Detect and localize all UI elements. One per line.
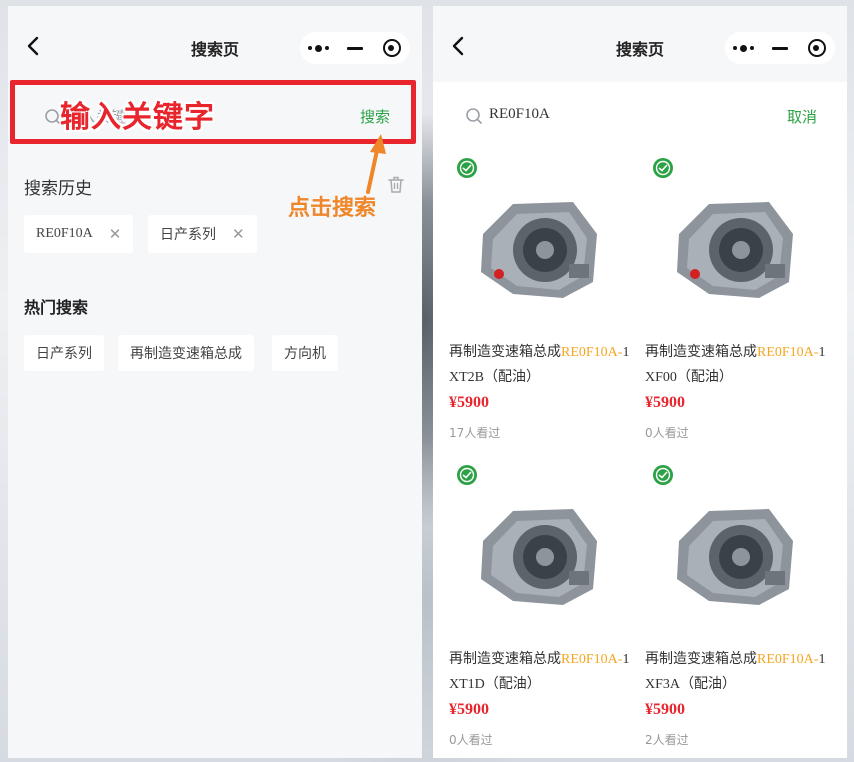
product-price: ¥5900 bbox=[645, 394, 685, 411]
product-price: ¥5900 bbox=[645, 701, 685, 718]
close-x-icon[interactable]: ✕ bbox=[109, 225, 122, 243]
more-button[interactable] bbox=[725, 32, 762, 64]
product-name-suffix: （配油） bbox=[484, 676, 541, 692]
left-screen: 搜索页 输入关键字 搜索 输入关键字 点击搜索 搜索历史 RE0F10A ✕ 日… bbox=[8, 6, 422, 758]
product-name-prefix: 再制造变速箱总成 bbox=[645, 344, 757, 360]
close-target-icon bbox=[382, 39, 401, 57]
certified-badge-icon bbox=[457, 158, 477, 178]
close-x-icon[interactable]: ✕ bbox=[232, 225, 245, 243]
product-price: ¥5900 bbox=[449, 701, 489, 718]
transmission-image bbox=[481, 509, 597, 605]
capsule-menu bbox=[725, 32, 835, 64]
product-name-suffix: （配油） bbox=[484, 369, 540, 385]
product-name-keyword: RE0F10A- bbox=[757, 652, 819, 667]
hot-search-chip[interactable]: 再制造变速箱总成 bbox=[118, 335, 254, 371]
minimize-icon bbox=[772, 46, 788, 50]
product-price: ¥5900 bbox=[449, 394, 489, 411]
product-name-keyword: RE0F10A- bbox=[561, 345, 623, 360]
close-mini-program-button[interactable] bbox=[373, 32, 410, 64]
minimize-button[interactable] bbox=[337, 32, 374, 64]
history-chip-label: 日产系列 bbox=[160, 227, 216, 243]
product-name-prefix: 再制造变速箱总成 bbox=[449, 344, 561, 360]
close-mini-program-button[interactable] bbox=[798, 32, 835, 64]
hot-search-chip[interactable]: 方向机 bbox=[272, 335, 338, 371]
product-name-keyword: RE0F10A- bbox=[757, 345, 819, 360]
hot-search-title: 热门搜索 bbox=[24, 298, 89, 317]
nav-bar: 搜索页 bbox=[8, 6, 422, 86]
view-count: 0人看过 bbox=[645, 426, 689, 440]
view-count: 17人看过 bbox=[449, 426, 501, 440]
history-chip[interactable]: 日产系列 ✕ bbox=[148, 215, 257, 253]
product-name: 再制造变速箱总成RE0F10A-1XT2B（配油） bbox=[449, 340, 635, 390]
search-input[interactable]: 输入关键字 bbox=[66, 106, 141, 127]
history-chip-label: RE0F10A bbox=[36, 226, 93, 241]
product-name-prefix: 再制造变速箱总成 bbox=[449, 651, 561, 667]
transmission-image bbox=[677, 202, 793, 298]
product-name-prefix: 再制造变速箱总成 bbox=[645, 651, 757, 667]
certified-badge-icon bbox=[457, 465, 477, 485]
product-name-suffix: （配油） bbox=[680, 676, 737, 692]
transmission-image bbox=[481, 202, 597, 298]
history-chip[interactable]: RE0F10A ✕ bbox=[24, 215, 134, 253]
product-name: 再制造变速箱总成RE0F10A-1XF00（配油） bbox=[645, 340, 831, 390]
cancel-button[interactable]: 取消 bbox=[787, 106, 817, 127]
search-icon bbox=[466, 108, 482, 124]
product-name-keyword: RE0F10A- bbox=[561, 652, 623, 667]
search-button[interactable]: 搜索 bbox=[360, 106, 390, 127]
product-name: 再制造变速箱总成RE0F10A-1XF3A（配油） bbox=[645, 647, 831, 697]
search-bar: 输入关键字 搜索 bbox=[22, 90, 408, 142]
transmission-image bbox=[677, 509, 793, 605]
search-input[interactable]: RE0F10A bbox=[489, 106, 550, 123]
certified-badge-icon bbox=[653, 158, 673, 178]
minimize-icon bbox=[347, 46, 363, 50]
history-title: 搜索历史 bbox=[24, 179, 92, 199]
annotation-click-label: 点击搜索 bbox=[288, 196, 377, 221]
hot-search-chip[interactable]: 日产系列 bbox=[24, 335, 104, 371]
search-icon bbox=[45, 109, 61, 125]
product-name: 再制造变速箱总成RE0F10A-1XT1D（配油） bbox=[449, 647, 635, 697]
view-count: 2人看过 bbox=[645, 733, 689, 747]
product-card[interactable]: 再制造变速箱总成RE0F10A-1XT2B（配油） ¥5900 17人看过 bbox=[433, 152, 629, 458]
nav-bar: 搜索页 bbox=[433, 6, 847, 82]
certified-badge-icon bbox=[653, 465, 673, 485]
right-screen: 搜索页 RE0F10A 取消 再制造变速箱总成RE0F10A-1XT2B（配油）… bbox=[433, 6, 847, 758]
capsule-menu bbox=[300, 32, 410, 64]
search-bar: RE0F10A 取消 bbox=[433, 86, 847, 146]
product-card[interactable]: 再制造变速箱总成RE0F10A-1XF3A（配油） ¥5900 2人看过 bbox=[629, 459, 825, 758]
close-target-icon bbox=[807, 39, 826, 57]
product-card[interactable]: 再制造变速箱总成RE0F10A-1XF00（配油） ¥5900 0人看过 bbox=[629, 152, 825, 458]
more-dots-icon bbox=[732, 44, 754, 52]
product-card[interactable]: 再制造变速箱总成RE0F10A-1XT1D（配油） ¥5900 0人看过 bbox=[433, 459, 629, 758]
trash-icon[interactable] bbox=[386, 174, 406, 194]
minimize-button[interactable] bbox=[762, 32, 799, 64]
product-name-suffix: （配油） bbox=[676, 369, 733, 385]
more-button[interactable] bbox=[300, 32, 337, 64]
more-dots-icon bbox=[307, 44, 329, 52]
view-count: 0人看过 bbox=[449, 733, 493, 747]
